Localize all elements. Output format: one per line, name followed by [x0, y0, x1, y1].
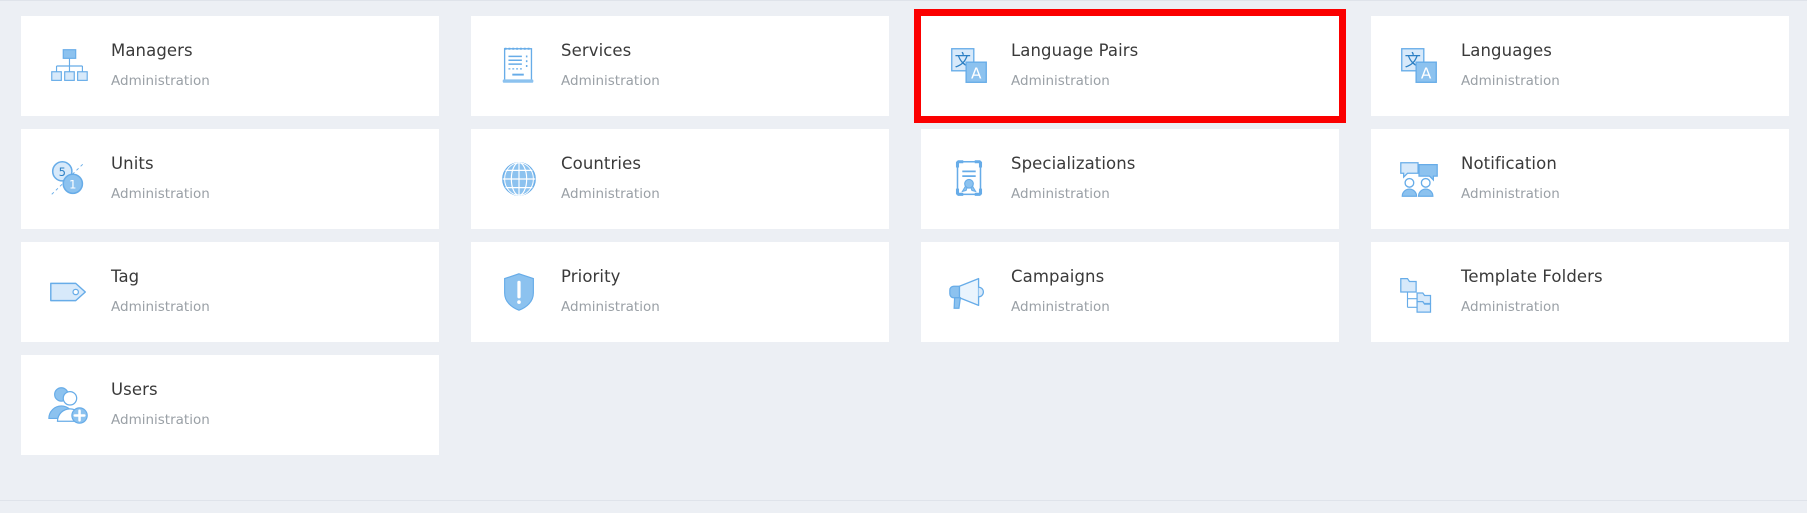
tile-title: Notification: [1461, 154, 1557, 173]
svg-text:1: 1: [69, 178, 76, 192]
tile-text: Managers Administration: [111, 41, 210, 91]
tile-card-services[interactable]: Services Administration: [471, 16, 889, 116]
tile-text: Units Administration: [111, 154, 210, 204]
document-list-icon: [493, 40, 545, 92]
certificate-icon: [943, 153, 995, 205]
tile-subtitle: Administration: [111, 185, 210, 202]
tile-subtitle: Administration: [1461, 298, 1560, 315]
add-user-icon: [43, 379, 95, 431]
tile-text: Campaigns Administration: [1011, 267, 1110, 317]
tile-text: Language Pairs Administration: [1011, 41, 1138, 91]
svg-text:A: A: [1421, 64, 1432, 82]
tile-card-campaigns[interactable]: Campaigns Administration: [921, 242, 1339, 342]
tile-subtitle: Administration: [111, 72, 210, 89]
tile-text: Priority Administration: [561, 267, 660, 317]
tile-text: Notification Administration: [1461, 154, 1560, 204]
bottom-divider: [0, 500, 1807, 501]
tile-card-notification[interactable]: Notification Administration: [1371, 129, 1789, 229]
tile-title: Language Pairs: [1011, 41, 1139, 60]
tile-text: Countries Administration: [561, 154, 660, 204]
tile-subtitle: Administration: [561, 298, 660, 315]
tile-title: Services: [561, 41, 632, 60]
tile-subtitle: Administration: [1461, 72, 1560, 89]
people-chat-icon: [1393, 153, 1445, 205]
tile-title: Campaigns: [1011, 267, 1105, 286]
tile-card-managers[interactable]: Managers Administration: [21, 16, 439, 116]
tile-card-template-folders[interactable]: Template Folders Administration: [1371, 242, 1789, 342]
tile-card-specializations[interactable]: Specializations Administration: [921, 129, 1339, 229]
tile-card-languages[interactable]: 文 A Languages Administration: [1371, 16, 1789, 116]
translate-icon: 文A: [1393, 40, 1445, 92]
tile-grid-empty-cell: [1371, 355, 1789, 455]
tile-card-language-pairs[interactable]: 文 A Language Pairs Administration: [914, 9, 1346, 123]
tile-text: Tag Administration: [111, 267, 210, 317]
tile-title: Specializations: [1011, 154, 1136, 173]
shield-alert-icon: [493, 266, 545, 318]
svg-text:5: 5: [59, 165, 66, 179]
tile-text: Services Administration: [561, 41, 660, 91]
org-chart-icon: [43, 40, 95, 92]
tile-card-priority[interactable]: Priority Administration: [471, 242, 889, 342]
megaphone-icon: [943, 266, 995, 318]
tile-title: Tag: [111, 267, 140, 286]
tile-card-tag[interactable]: Tag Administration: [21, 242, 439, 342]
tile-subtitle: Administration: [561, 72, 660, 89]
tile-grid-empty-cell: [921, 355, 1339, 455]
tile-title: Template Folders: [1461, 267, 1603, 286]
tile-subtitle: Administration: [111, 411, 210, 428]
tile-subtitle: Administration: [561, 185, 660, 202]
folder-tree-icon: [1393, 266, 1445, 318]
tile-text: Users Administration: [111, 380, 210, 430]
tile-subtitle: Administration: [1461, 185, 1560, 202]
tile-title: Units: [111, 154, 154, 173]
tile-title: Users: [111, 380, 158, 399]
globe-icon: [493, 153, 545, 205]
tile-card-users[interactable]: Users Administration: [21, 355, 439, 455]
tile-title: Languages: [1461, 41, 1552, 60]
units-ratio-icon: 51: [43, 153, 95, 205]
translate-pair-icon: 文A: [943, 40, 995, 92]
tile-card-countries[interactable]: Countries Administration: [471, 129, 889, 229]
tile-subtitle: Administration: [1011, 72, 1110, 89]
tile-text: Languages Administration: [1461, 41, 1560, 91]
tile-text: Template Folders Administration: [1461, 267, 1603, 317]
tile-text: Specializations Administration: [1011, 154, 1136, 204]
admin-tile-dashboard: Managers Administration Services Administra…: [0, 0, 1807, 513]
svg-text:A: A: [971, 64, 982, 82]
tile-title: Countries: [561, 154, 642, 173]
tile-subtitle: Administration: [1011, 298, 1110, 315]
tile-title: Managers: [111, 41, 193, 60]
tag-icon: [43, 266, 95, 318]
tile-subtitle: Administration: [1011, 185, 1110, 202]
tile-grid: Managers Administration Services Administra…: [21, 9, 1789, 455]
tile-subtitle: Administration: [111, 298, 210, 315]
tile-card-units[interactable]: 5 1 Units Administration: [21, 129, 439, 229]
tile-grid-empty-cell: [471, 355, 889, 455]
tile-title: Priority: [561, 267, 621, 286]
